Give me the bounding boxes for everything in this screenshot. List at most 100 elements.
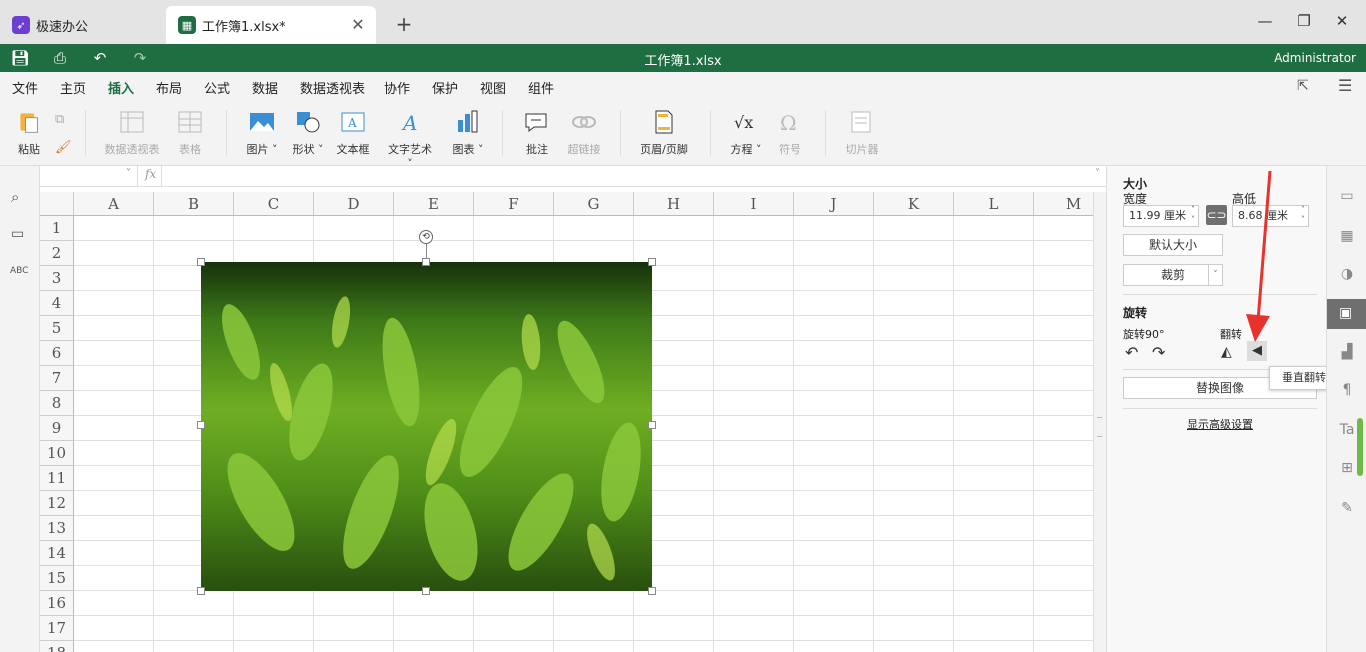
column-header[interactable]: C — [234, 192, 314, 216]
column-header[interactable]: E — [394, 192, 474, 216]
menu-pivot[interactable]: 数据透视表 — [300, 78, 365, 97]
column-header[interactable]: K — [874, 192, 954, 216]
cell-settings-icon[interactable]: ▭ — [1337, 188, 1357, 208]
menu-protect[interactable]: 保护 — [432, 78, 458, 97]
row-header[interactable]: 9 — [40, 416, 74, 441]
height-stepper-icon[interactable]: ˄ ˅ — [1301, 205, 1305, 225]
restore-button[interactable]: ❐ — [1294, 12, 1314, 32]
hyperlink-button[interactable]: 超链接 — [566, 110, 602, 157]
flip-horizontal-icon[interactable]: ◭ — [1221, 344, 1232, 360]
menu-insert[interactable]: 插入 — [108, 78, 135, 102]
menu-data[interactable]: 数据 — [252, 78, 278, 97]
column-header[interactable]: D — [314, 192, 394, 216]
column-header[interactable]: H — [634, 192, 714, 216]
resize-handle-w[interactable] — [197, 421, 205, 429]
wordart-button[interactable]: A 文字艺术 ˅ — [384, 110, 436, 170]
row-header[interactable]: 3 — [40, 266, 74, 291]
shape-button[interactable]: 形状 ˅ — [290, 110, 326, 157]
shape-settings-icon[interactable]: ◑ — [1337, 266, 1357, 286]
row-header[interactable]: 14 — [40, 541, 74, 566]
row-header[interactable]: 15 — [40, 566, 74, 591]
menu-plugins[interactable]: 组件 — [528, 78, 554, 97]
vertical-scrollbar[interactable] — [1093, 192, 1106, 652]
textbox-button[interactable]: A 文本框 — [335, 110, 371, 157]
menu-layout[interactable]: 布局 — [156, 78, 182, 97]
row-header[interactable]: 1 — [40, 216, 74, 241]
paste-button[interactable]: 粘贴 — [12, 110, 46, 157]
minimize-button[interactable]: — — [1255, 12, 1275, 32]
pivot-settings-icon[interactable]: ⊞ — [1337, 460, 1357, 480]
pivot-table-button[interactable]: 数据透视表 — [100, 110, 164, 157]
resize-handle-nw[interactable] — [197, 258, 205, 266]
row-header[interactable]: 17 — [40, 616, 74, 641]
column-header[interactable]: A — [74, 192, 154, 216]
row-header[interactable]: 7 — [40, 366, 74, 391]
expand-formula-icon[interactable]: ˅ — [1095, 168, 1100, 179]
menu-home[interactable]: 主页 — [60, 78, 86, 97]
close-icon[interactable]: ✕ — [348, 15, 368, 34]
hamburger-menu-icon[interactable]: ☰ — [1338, 76, 1352, 95]
row-header[interactable]: 6 — [40, 341, 74, 366]
column-header[interactable]: F — [474, 192, 554, 216]
menu-collaborate[interactable]: 协作 — [384, 78, 410, 97]
resize-handle-s[interactable] — [422, 587, 430, 595]
chart-button[interactable]: 图表 ˅ — [450, 110, 486, 157]
search-icon[interactable]: ⌕ — [11, 188, 19, 206]
close-window-button[interactable]: ✕ — [1332, 12, 1352, 32]
width-input[interactable]: 11.99 厘米 ˄ ˅ — [1123, 205, 1199, 227]
row-header[interactable]: 12 — [40, 491, 74, 516]
copy-icon[interactable]: ⧉ — [55, 112, 64, 127]
menu-view[interactable]: 视图 — [480, 78, 506, 97]
row-header[interactable]: 16 — [40, 591, 74, 616]
row-header[interactable]: 8 — [40, 391, 74, 416]
column-header[interactable]: I — [714, 192, 794, 216]
row-header[interactable]: 2 — [40, 241, 74, 266]
comment-panel-icon[interactable]: ▭ — [11, 226, 24, 242]
column-header[interactable]: B — [154, 192, 234, 216]
symbol-button[interactable]: Ω 符号 — [776, 110, 804, 157]
signature-icon[interactable]: ✎ — [1337, 500, 1357, 520]
equation-button[interactable]: √x 方程 ˅ — [728, 110, 764, 157]
sidebar-scrollbar[interactable] — [1357, 418, 1363, 476]
chart-settings-icon[interactable]: ▟ — [1337, 344, 1357, 364]
column-header[interactable]: L — [954, 192, 1034, 216]
row-header[interactable]: 4 — [40, 291, 74, 316]
menu-formula[interactable]: 公式 — [204, 78, 230, 97]
image-button[interactable]: 图片 ˅ — [244, 110, 280, 157]
resize-handle-sw[interactable] — [197, 587, 205, 595]
image-settings-tab[interactable]: ▣ — [1327, 299, 1366, 329]
open-location-icon[interactable]: ⇱ — [1297, 78, 1309, 94]
resize-handle-ne[interactable] — [648, 258, 656, 266]
chevron-down-icon[interactable]: ˅ — [1208, 265, 1222, 285]
scroll-grip[interactable] — [1097, 417, 1102, 437]
rotate-right-icon[interactable]: ↷ — [1152, 343, 1165, 362]
name-box[interactable]: ˅ — [40, 166, 138, 186]
slicer-button[interactable]: 切片器 — [842, 110, 882, 157]
tab-workbook[interactable]: ▦ 工作簿1.xlsx* ✕ — [166, 6, 376, 44]
table-button[interactable]: 表格 — [175, 110, 205, 157]
row-header[interactable]: 13 — [40, 516, 74, 541]
rotate-handle-icon[interactable]: ⟲ — [419, 230, 433, 244]
spellcheck-icon[interactable]: ABC — [10, 266, 28, 276]
lock-ratio-icon[interactable]: ⊂⊃ — [1206, 205, 1227, 225]
width-stepper-icon[interactable]: ˄ ˅ — [1191, 205, 1195, 225]
format-painter-icon[interactable]: 🖌︎ — [55, 140, 72, 155]
menu-file[interactable]: 文件 — [12, 78, 38, 97]
crop-button[interactable]: 裁剪 ˅ — [1123, 264, 1223, 286]
tab-home[interactable]: ➶ 极速办公 — [0, 6, 162, 44]
row-header[interactable]: 5 — [40, 316, 74, 341]
resize-handle-e[interactable] — [648, 421, 656, 429]
default-size-button[interactable]: 默认大小 — [1123, 234, 1223, 256]
row-header[interactable]: 18 — [40, 641, 74, 652]
rotate-left-icon[interactable]: ↶ — [1125, 343, 1138, 362]
column-header[interactable]: J — [794, 192, 874, 216]
chevron-down-icon[interactable]: ˅ — [126, 168, 131, 179]
comment-button[interactable]: 批注 — [522, 110, 552, 157]
column-header[interactable]: M — [1034, 192, 1093, 216]
resize-handle-n[interactable] — [422, 258, 430, 266]
column-header[interactable]: G — [554, 192, 634, 216]
select-all-corner[interactable] — [40, 192, 74, 216]
table-settings-icon[interactable]: ▦ — [1337, 228, 1357, 248]
row-header[interactable]: 11 — [40, 466, 74, 491]
row-header[interactable]: 10 — [40, 441, 74, 466]
